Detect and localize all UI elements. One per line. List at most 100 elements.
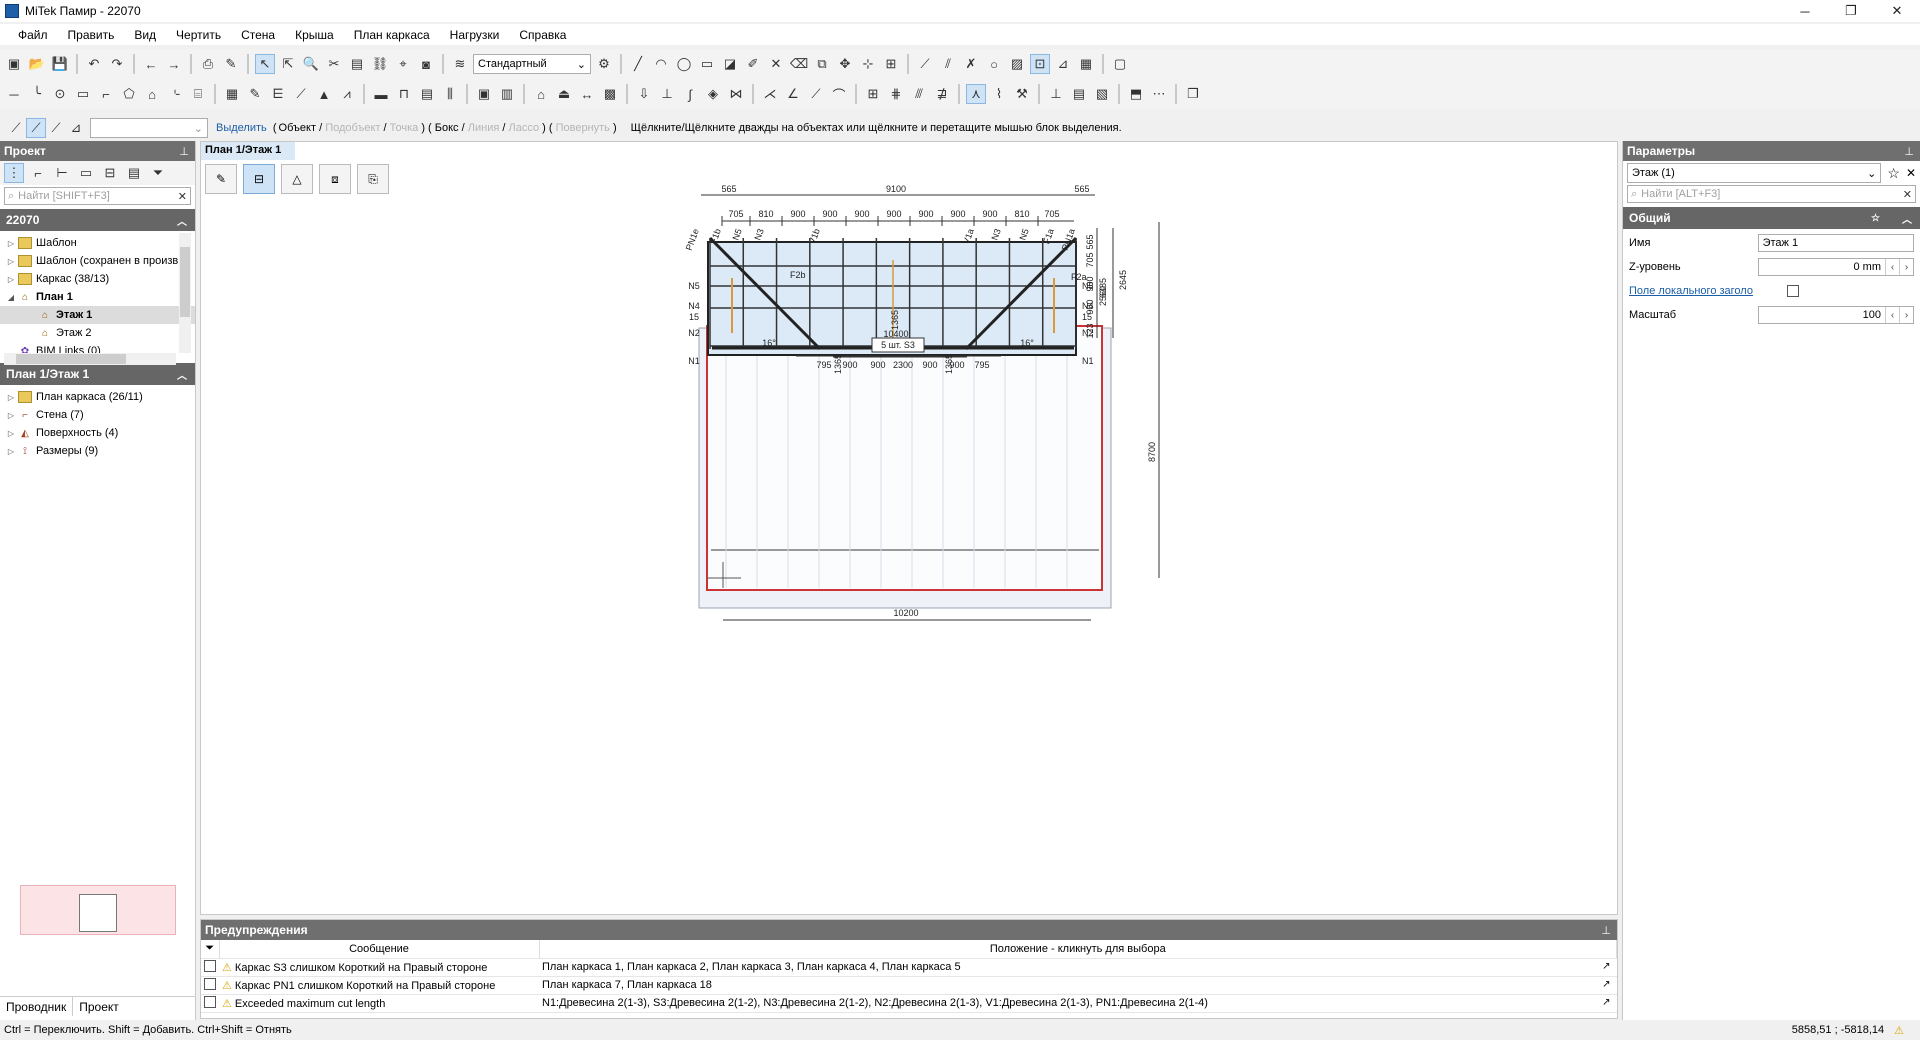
tree-mode5-icon[interactable]: ⊟ <box>100 163 120 183</box>
point-icon[interactable]: ⊙ <box>50 84 70 104</box>
support-icon[interactable]: ⊥ <box>657 84 677 104</box>
menu-roof[interactable]: Крыша <box>285 28 344 42</box>
circle-outline-icon[interactable]: ○ <box>984 54 1004 74</box>
position-cell[interactable]: N1:Древесина 2(1-3), S3:Древесина 2(1-2)… <box>539 994 1617 1013</box>
collapse-icon[interactable]: ︿ <box>177 213 187 228</box>
load-icon[interactable]: ⇩ <box>634 84 654 104</box>
menu-loads[interactable]: Нагрузки <box>440 28 510 42</box>
tree-item[interactable]: ▷ Каркас (38/13) <box>0 270 195 288</box>
warning-row[interactable]: ⚠ Каркас PN1 слишком Короткий на Правый … <box>201 976 1617 995</box>
general-section-header[interactable]: Общий ☆ ︿ <box>1623 207 1920 229</box>
object-option[interactable]: Объект <box>279 122 316 134</box>
select-mode-icon[interactable]: ⟋ <box>6 118 26 138</box>
tree-mode6-icon[interactable]: ▤ <box>124 163 144 183</box>
plan-section-header[interactable]: План 1/Этаж 1 ︿ <box>0 363 195 385</box>
increment-icon[interactable]: › <box>1899 307 1913 323</box>
tools-icon[interactable]: ⚒ <box>1012 84 1032 104</box>
undo-icon[interactable]: ↶ <box>84 54 104 74</box>
point-option[interactable]: Точка <box>390 122 419 134</box>
goto-icon[interactable]: ↗ <box>1602 979 1610 990</box>
close-params-icon[interactable]: ✕ <box>1906 166 1916 180</box>
tree-item[interactable]: ▷ ⟟ Размеры (9) <box>0 442 195 460</box>
floor-plan-drawing[interactable]: 5 шт. S31040016° 16°F2b F2a9100565 565705 81… <box>201 142 1617 914</box>
menu-edit[interactable]: Править <box>58 28 125 42</box>
filter-icon[interactable]: ⏷ <box>201 940 220 959</box>
beam-icon[interactable]: ⟋ <box>291 84 311 104</box>
expander-icon[interactable]: ▷ <box>4 393 18 402</box>
decrement-icon[interactable]: ‹ <box>1885 259 1899 275</box>
angle-icon[interactable]: ∠ <box>783 84 803 104</box>
lasso-option[interactable]: Лассо <box>508 122 539 134</box>
open-file-icon[interactable]: 📂 <box>27 54 47 74</box>
tree-item[interactable]: ▷ ◭ Поверхность (4) <box>0 424 195 442</box>
select-mode2-icon[interactable]: ⟋ <box>46 118 66 138</box>
z-level-field[interactable]: 0 mm ‹ › <box>1757 258 1914 276</box>
tree-item[interactable]: ⌂ Этаж 2 <box>0 324 195 342</box>
param-label-link[interactable]: Поле локального заголо <box>1629 285 1783 297</box>
block-icon[interactable]: ▣ <box>474 84 494 104</box>
dimension-icon[interactable]: ↔ <box>577 84 597 104</box>
expander-icon[interactable]: ▷ <box>4 275 18 284</box>
draw-rectangle-icon[interactable]: ▭ <box>697 54 717 74</box>
select-mode-active-icon[interactable]: ⟋ <box>26 118 46 138</box>
tree-folder-icon[interactable]: ▭ <box>76 163 96 183</box>
increment-icon[interactable]: › <box>1899 259 1913 275</box>
select-pointer-icon[interactable]: ↖ <box>255 54 275 74</box>
expander-icon[interactable]: ◢ <box>4 293 18 302</box>
scissors-icon[interactable]: ✂ <box>324 54 344 74</box>
house-icon[interactable]: ⌂ <box>142 84 162 104</box>
goto-icon[interactable]: ↗ <box>1602 997 1610 1008</box>
select-mode3-icon[interactable]: ⊿ <box>66 118 86 138</box>
project-section-header[interactable]: 22070 ︿ <box>0 209 195 231</box>
frame-extra-icon[interactable]: ⋣ <box>932 84 952 104</box>
name-field[interactable]: Этаж 1 <box>1757 234 1914 252</box>
tree-hscrollbar[interactable] <box>4 353 176 365</box>
network-icon[interactable]: ⋯ <box>1149 84 1169 104</box>
warning-row[interactable]: ⚠ Exceeded maximum cut length N1:Древесин… <box>201 994 1617 1013</box>
box-option[interactable]: Бокс <box>435 122 459 134</box>
select-link[interactable]: Выделить <box>216 122 267 134</box>
filter-icon[interactable]: ⏷ <box>148 163 168 183</box>
favorite-section-icon[interactable]: ☆ <box>1871 213 1880 224</box>
tree-item[interactable]: ▷ План каркаса (26/11) <box>0 388 195 406</box>
curve-icon[interactable]: ╰ <box>27 84 47 104</box>
link-icon[interactable]: ⛓ <box>370 54 390 74</box>
minimize-icon[interactable]: ─ <box>1782 0 1828 22</box>
stairs-icon[interactable]: ⌎ <box>165 84 185 104</box>
element-type-dropdown[interactable]: Этаж (1) ⌄ <box>1627 163 1882 183</box>
paint-icon[interactable]: ✎ <box>221 54 241 74</box>
warning-position[interactable]: План каркаса 7, План каркаса 18 <box>542 979 712 991</box>
report-icon[interactable]: ▧ <box>1092 84 1112 104</box>
clear-search-icon[interactable]: ✕ <box>1903 188 1912 201</box>
tree-scrollbar[interactable] <box>179 233 191 353</box>
layers-icon[interactable]: ≋ <box>450 54 470 74</box>
scale-field[interactable]: 100 ‹ › <box>1757 306 1914 324</box>
project-search-input[interactable]: ⌕ Найти [SHIFT+F3] ✕ <box>4 187 191 205</box>
style-settings-icon[interactable]: ⚙ <box>594 54 614 74</box>
tree-item[interactable]: ▷ ⌐ Стена (7) <box>0 406 195 424</box>
align-icon[interactable]: ⊹ <box>858 54 878 74</box>
frame-tools-icon[interactable]: ⌸ <box>188 84 208 104</box>
panel-icon[interactable]: ▤ <box>417 84 437 104</box>
shapes-icon[interactable]: ◈ <box>703 84 723 104</box>
chart-icon[interactable]: ▥ <box>497 84 517 104</box>
parallel-icon[interactable]: ⫽ <box>938 54 958 74</box>
export-icon[interactable]: ⬒ <box>1126 84 1146 104</box>
favorite-icon[interactable]: ☆ <box>1887 165 1900 182</box>
edit-floor-icon[interactable]: ✎ <box>245 84 265 104</box>
expander-icon[interactable]: ▷ <box>4 257 18 266</box>
fill-icon[interactable]: ▩ <box>600 84 620 104</box>
warning-icon[interactable]: ⚠ <box>1894 1024 1904 1037</box>
pin-icon[interactable]: ⊥ <box>1601 924 1611 937</box>
tree-item[interactable]: ▷ Шаблон <box>0 234 195 252</box>
pin-icon[interactable]: ⊥ <box>179 145 189 158</box>
select-plus-icon[interactable]: ⇱ <box>278 54 298 74</box>
line-option[interactable]: Линия <box>468 122 500 134</box>
slope-icon[interactable]: ⟋ <box>806 84 826 104</box>
expander-icon[interactable]: ▷ <box>4 429 18 438</box>
clear-search-icon[interactable]: ✕ <box>178 190 187 203</box>
tree-mode3-icon[interactable]: ⊢ <box>52 163 72 183</box>
camera-icon[interactable]: ◙ <box>416 54 436 74</box>
group-icon[interactable]: ⊞ <box>881 54 901 74</box>
ortho-icon[interactable]: ⊿ <box>1053 54 1073 74</box>
